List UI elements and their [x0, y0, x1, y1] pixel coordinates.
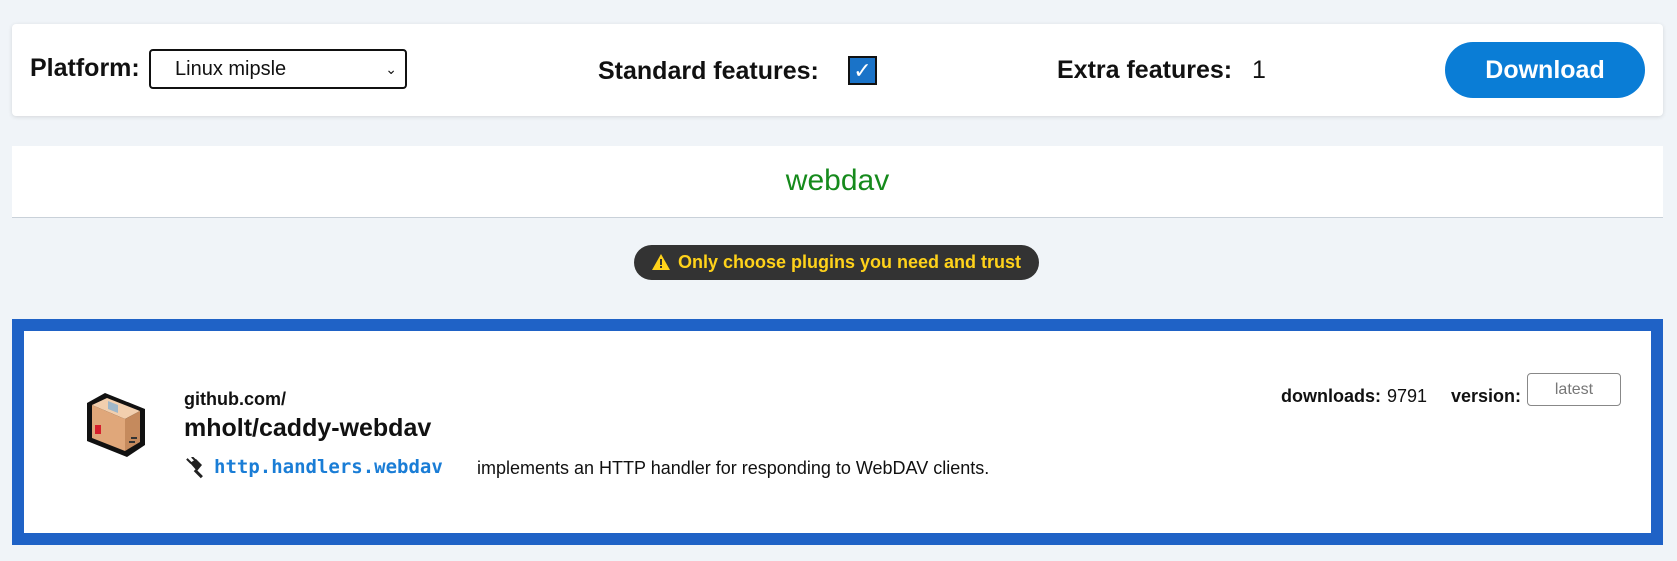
platform-label: Platform: — [30, 54, 140, 82]
warning-icon — [651, 254, 670, 270]
downloads-count: 9791 — [1387, 386, 1428, 406]
module-description: implements an HTTP handler for respondin… — [477, 458, 990, 478]
repo-name[interactable]: mholt/caddy-webdav — [184, 414, 431, 443]
platform-select-value: Linux mipsle — [175, 58, 287, 80]
extra-features-label: Extra features: — [1057, 56, 1233, 84]
version-input[interactable]: latest — [1527, 373, 1621, 406]
download-button[interactable]: Download — [1445, 42, 1645, 98]
search-input[interactable]: webdav — [12, 146, 1663, 218]
plugin-card: github.com/ mholt/caddy-webdav http.hand… — [12, 319, 1663, 545]
toolbar: Platform: Linux mipsle ⌄ Standard featur… — [12, 24, 1663, 116]
platform-select[interactable]: Linux mipsle ⌄ — [149, 49, 407, 89]
plug-icon — [186, 457, 203, 479]
standard-features-checkbox[interactable]: ✓ — [848, 56, 877, 85]
extra-features-count: 1 — [1252, 56, 1266, 84]
package-box-icon — [87, 393, 145, 457]
version-label: version: — [1451, 386, 1522, 406]
standard-features-label: Standard features: — [598, 57, 819, 85]
repo-prefix: github.com/ — [184, 389, 286, 409]
warning-text: Only choose plugins you need and trust — [677, 252, 1022, 272]
search-value: webdav — [785, 164, 890, 197]
module-link[interactable]: http.handlers.webdav — [214, 456, 443, 478]
chevron-down-icon: ⌄ — [385, 61, 397, 77]
warning-banner: Only choose plugins you need and trust — [634, 245, 1039, 280]
downloads-label: downloads: — [1281, 386, 1381, 406]
